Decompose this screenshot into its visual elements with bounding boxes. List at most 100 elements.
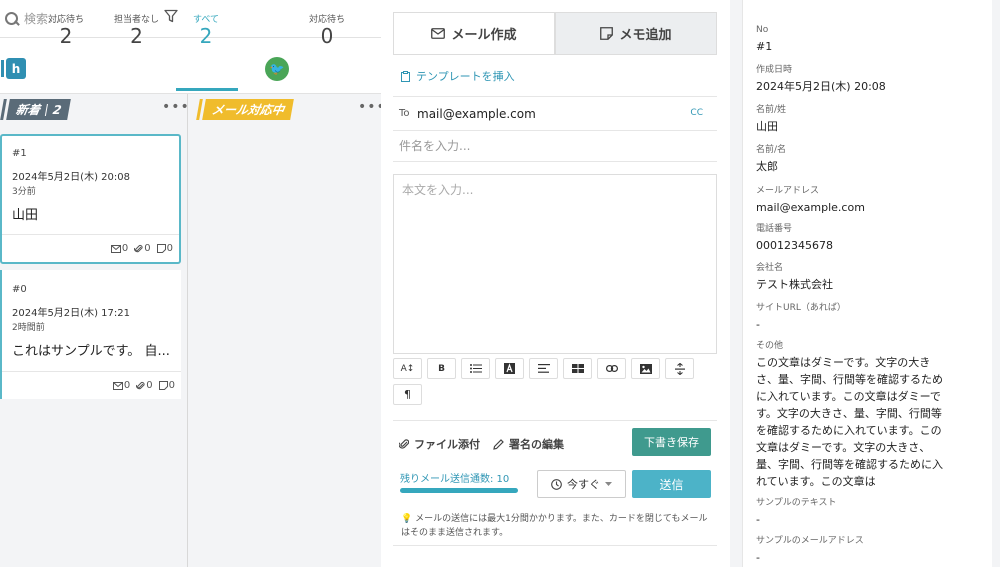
field-key: サイトURL（あれば） xyxy=(756,303,846,313)
field-value: 2024年5月2日(木) 20:08 xyxy=(756,80,886,93)
mail-icon xyxy=(431,28,446,39)
field-key: 会社名 xyxy=(756,263,784,273)
stat-unassigned[interactable]: 担当者なし 2 xyxy=(114,12,159,47)
link-button[interactable] xyxy=(597,358,626,379)
stat-waiting[interactable]: 対応待ち 2 xyxy=(48,12,84,47)
column-title: 新着 xyxy=(14,103,42,117)
field-value: #1 xyxy=(756,40,773,53)
count: 0 xyxy=(168,380,175,391)
column-menu-icon[interactable]: ••• xyxy=(162,99,190,115)
insert-template-link[interactable]: テンプレートを挿入 xyxy=(401,68,515,84)
paperclip-icon xyxy=(399,439,409,449)
table-button[interactable] xyxy=(563,358,592,379)
divider xyxy=(44,103,49,116)
detail-field: サンプルのテキスト - xyxy=(756,495,986,528)
search-icon xyxy=(4,11,20,27)
field-key: サンプルのテキスト xyxy=(756,498,837,508)
card-attach-count: 0 xyxy=(134,243,151,254)
clock-icon xyxy=(551,478,562,490)
tab-label: メール作成 xyxy=(451,28,517,43)
detail-field: その他 この文章はダミーです。文字の大きさ、量、字間、行間等を確認するために入れて… xyxy=(756,338,952,490)
ticket-card[interactable]: #0 2024年5月2日(木) 17:21 2時間前 これはサンプルです。 自.… xyxy=(0,270,181,399)
list-button[interactable] xyxy=(461,358,490,379)
attach-file-button[interactable]: ファイル添付 xyxy=(399,436,480,452)
schedule-dropdown[interactable]: 今すぐ xyxy=(537,470,626,498)
section-divider xyxy=(393,420,717,421)
card-mail-count: 0 xyxy=(110,243,129,254)
notice-text: メールの送信には最大1分間かかります。また、カードを閉じてもメールはそのまま送信… xyxy=(401,514,708,538)
count: 0 xyxy=(166,243,173,254)
field-value: - xyxy=(756,318,760,331)
image-button[interactable] xyxy=(631,358,660,379)
detail-field: サンプルのメールアドレス - xyxy=(756,533,986,566)
recipient-row: To mail@example.com CC xyxy=(393,96,717,130)
count: 0 xyxy=(144,243,151,254)
field-value: 山田 xyxy=(756,120,778,133)
tabs-divider xyxy=(393,54,717,55)
user-avatar[interactable]: 🐦 xyxy=(265,57,289,81)
subject-input[interactable] xyxy=(393,131,717,161)
tab-memo-add[interactable]: メモ追加 xyxy=(555,12,717,55)
memo-icon xyxy=(156,244,166,253)
save-draft-button[interactable]: 下書き保存 xyxy=(632,428,711,456)
text-color-button[interactable] xyxy=(495,358,524,379)
field-value: mail@example.com xyxy=(756,201,865,214)
right-gutter xyxy=(992,0,1000,567)
field-value: テスト株式会社 xyxy=(756,278,833,291)
paperclip-icon xyxy=(136,381,145,389)
column-header-new[interactable]: 新着 2 xyxy=(6,99,72,120)
text-color-icon xyxy=(504,363,515,374)
composer-tabs: メール作成 メモ追加 xyxy=(393,12,717,55)
column-count: 2 xyxy=(51,102,63,117)
count: 0 xyxy=(146,380,153,391)
column-divider xyxy=(187,94,188,567)
filter-icon[interactable] xyxy=(164,9,178,23)
field-value: 00012345678 xyxy=(756,239,833,252)
strikethrough-button[interactable] xyxy=(665,358,694,379)
card-memo-count: 0 xyxy=(158,380,175,391)
paragraph-button[interactable]: ¶ xyxy=(393,384,422,405)
bold-button[interactable]: B xyxy=(427,358,456,379)
chevron-down-icon xyxy=(605,482,612,486)
field-key: メールアドレス xyxy=(756,186,820,196)
quota-bar-fill xyxy=(400,488,518,493)
card-date: 2024年5月2日(木) 17:21 xyxy=(12,308,130,319)
count: 0 xyxy=(121,243,129,254)
field-key: 名前/名 xyxy=(756,145,787,155)
bold-icon: B xyxy=(438,363,445,374)
quota-bar xyxy=(400,488,518,493)
field-key: 名前/姓 xyxy=(756,105,787,115)
card-footer: 0 0 0 xyxy=(2,371,181,399)
to-address[interactable]: mail@example.com xyxy=(417,107,536,121)
template-label: テンプレートを挿入 xyxy=(416,70,515,83)
mail-icon xyxy=(110,244,121,253)
card-elapsed: 2時間前 xyxy=(12,323,45,333)
edit-signature-button[interactable]: 署名の編集 xyxy=(493,436,564,452)
tab-mail-compose[interactable]: メール作成 xyxy=(393,12,555,55)
subject-row xyxy=(393,130,717,162)
memo-icon xyxy=(158,381,168,390)
lightbulb-icon: 💡 xyxy=(401,514,413,524)
cc-toggle[interactable]: CC xyxy=(690,108,703,118)
detail-field: 作成日時 2024年5月2日(木) 20:08 xyxy=(756,62,986,95)
field-key: 電話番号 xyxy=(756,224,793,234)
card-id: #1 xyxy=(12,148,27,159)
stat-all[interactable]: すべて 2 xyxy=(193,12,219,47)
detail-field: 会社名テスト株式会社 xyxy=(756,260,986,293)
stat-user-waiting[interactable]: 対応待ち 0 xyxy=(309,12,345,47)
align-button[interactable] xyxy=(529,358,558,379)
body-input[interactable] xyxy=(394,175,716,353)
card-mail-count: 0 xyxy=(112,380,130,391)
ticket-card[interactable]: #1 2024年5月2日(木) 20:08 3分前 山田 0 0 0 xyxy=(0,134,181,264)
send-button[interactable]: 送信 xyxy=(632,470,711,498)
column-header-mail[interactable]: メール対応中 xyxy=(202,99,294,120)
detail-field: 名前/名 太郎 xyxy=(756,142,986,175)
detail-field: メールアドレス mail@example.com xyxy=(756,183,986,216)
active-stat-indicator xyxy=(176,88,238,91)
field-value: - xyxy=(756,551,760,564)
inbox-badge[interactable]: h xyxy=(1,58,26,79)
card-title: これはサンプルです。 自... xyxy=(12,344,170,359)
font-size-button[interactable]: A↕ xyxy=(393,358,422,379)
card-date: 2024年5月2日(木) 20:08 xyxy=(12,172,130,183)
panel-gap xyxy=(730,0,742,567)
